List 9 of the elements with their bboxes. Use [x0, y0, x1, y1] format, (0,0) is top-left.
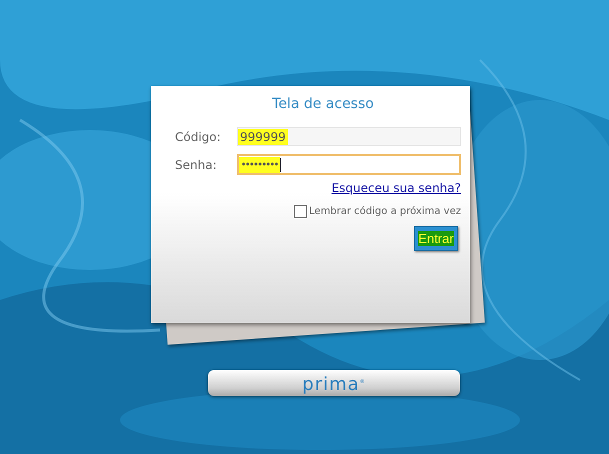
field-label: Código:	[175, 130, 222, 144]
remember-label: Lembrar código a próxima vez	[309, 206, 461, 217]
form-title: Tela de acesso	[272, 95, 374, 114]
logo-text: prima$^{®}$	[302, 372, 366, 394]
field-label: Senha:	[175, 158, 218, 172]
password-field[interactable]: •••••••••	[237, 154, 461, 175]
code-field[interactable]: 999999	[237, 127, 461, 146]
forgot-password-link[interactable]: Esqueceu sua senha?	[332, 181, 461, 195]
remember-checkbox[interactable]	[294, 205, 308, 218]
